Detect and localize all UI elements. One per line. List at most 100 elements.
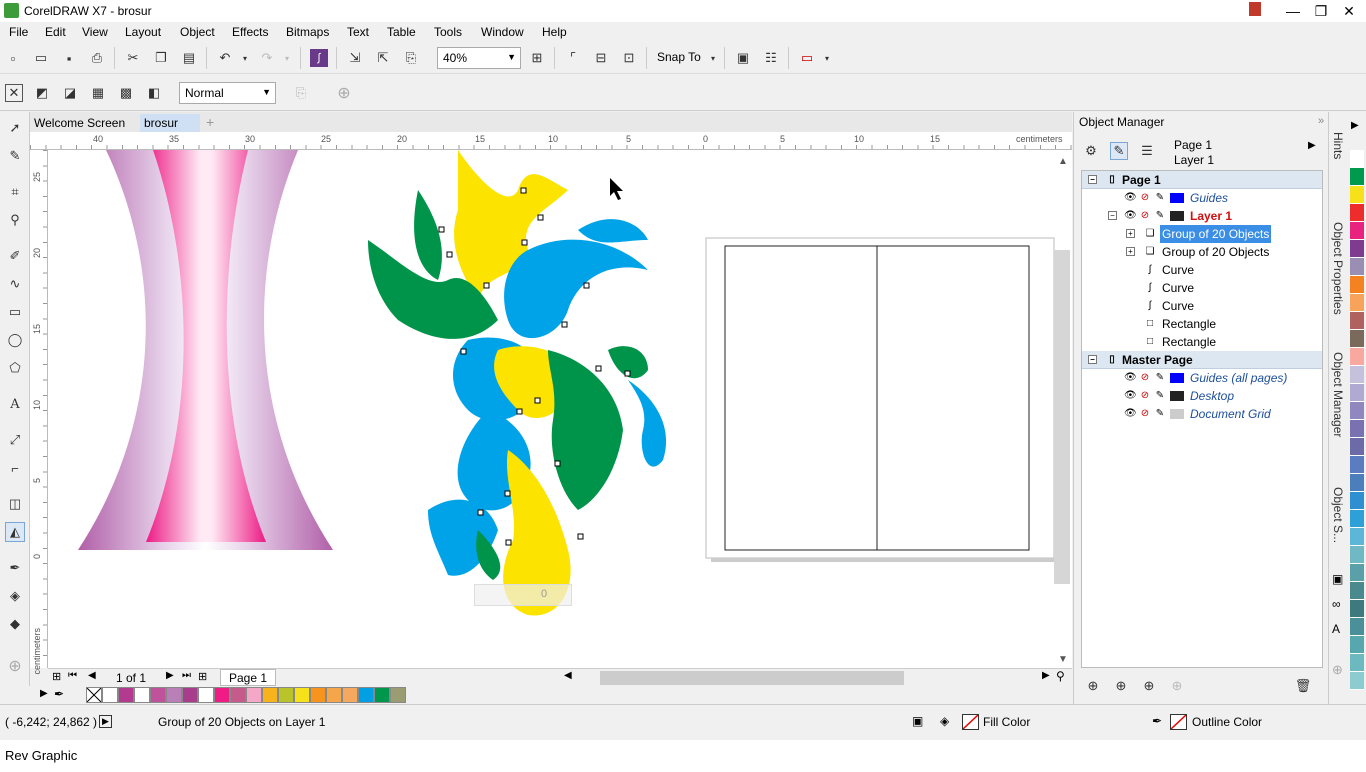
palette-swatch[interactable]	[1350, 204, 1364, 222]
palette-swatch[interactable]	[1350, 546, 1364, 564]
layer-color-swatch[interactable]	[1170, 391, 1184, 401]
object-tree-row[interactable]: − 👁 ⊘ ✎ Layer 1	[1082, 207, 1322, 225]
palette-swatch[interactable]	[1350, 168, 1364, 186]
palette-swatch[interactable]	[1350, 654, 1364, 672]
new-document-icon[interactable]: ▫	[4, 49, 22, 67]
menu-layout[interactable]: Layout	[125, 25, 161, 39]
scroll-up-arrow[interactable]: ▲	[1058, 156, 1068, 167]
docker-link-icon[interactable]: ∞	[1332, 597, 1341, 611]
object-tree-row[interactable]: ∫ Curve	[1082, 297, 1322, 315]
show-rulers-icon[interactable]: ⊟	[592, 49, 610, 67]
palette-swatch[interactable]	[1350, 402, 1364, 420]
transparency-tool-icon[interactable]: ◭	[5, 522, 25, 542]
palette-swatch[interactable]	[1350, 240, 1364, 258]
palette-swatch[interactable]	[182, 687, 198, 703]
zoom-tool-icon[interactable]: ⚲	[5, 210, 25, 230]
palette-swatch[interactable]	[1350, 366, 1364, 384]
navigator-zoom-icon[interactable]: ⚲	[1056, 669, 1065, 683]
object-properties-toggle-icon[interactable]: ⚙	[1082, 142, 1100, 160]
fill-color-swatch[interactable]	[962, 714, 979, 730]
outline-pen-icon[interactable]: ✒	[1152, 714, 1162, 728]
palette-swatch[interactable]	[1350, 600, 1364, 618]
zoom-fit-icon[interactable]: ⊞	[528, 49, 546, 67]
fountain-transparency-icon[interactable]: ◪	[61, 84, 79, 102]
palette-swatch[interactable]	[262, 687, 278, 703]
object-tree-row[interactable]: 👁 ⊘ ✎ Guides	[1082, 189, 1322, 207]
new-tab-button[interactable]: +	[202, 114, 218, 132]
object-tree-row[interactable]: 👁 ⊘ ✎ Guides (all pages)	[1082, 369, 1322, 387]
tab-hints[interactable]: Hints	[1331, 132, 1345, 159]
tab-object-properties[interactable]: Object Properties	[1331, 222, 1345, 315]
horizontal-ruler[interactable]: 40 35 30 25 20 15 10 5 0 5 10 15 centime…	[30, 132, 1072, 150]
rectangle-tool-icon[interactable]: ▭	[5, 302, 25, 322]
delete-icon[interactable]: 🗑	[1294, 677, 1312, 695]
visibility-eye-icon[interactable]: 👁	[1124, 372, 1137, 384]
palette-swatch[interactable]	[1350, 330, 1364, 348]
menu-bitmaps[interactable]: Bitmaps	[286, 25, 329, 39]
page-tab[interactable]: Page 1	[220, 669, 277, 686]
application-launcher-icon[interactable]: ▭	[798, 49, 816, 67]
menu-view[interactable]: View	[82, 25, 108, 39]
expand-icon[interactable]: +	[1126, 247, 1135, 256]
palette-swatch[interactable]	[1350, 222, 1364, 240]
object-tree-row[interactable]: + ❏ Group of 20 Objects	[1082, 243, 1322, 261]
palette-swatch[interactable]	[1350, 510, 1364, 528]
polygon-tool-icon[interactable]: ⬠	[5, 358, 25, 378]
object-tree-row[interactable]: 👁 ⊘ ✎ Document Grid	[1082, 405, 1322, 423]
close-button[interactable]: ✕	[1334, 0, 1364, 22]
tab-object-manager[interactable]: Object Manager	[1331, 352, 1345, 437]
edit-lock-icon[interactable]: ✎	[1154, 408, 1166, 420]
layer-manager-view-icon[interactable]: ✎	[1110, 142, 1128, 160]
visibility-eye-icon[interactable]: 👁	[1124, 192, 1137, 204]
pattern-transparency-icon[interactable]: ▦	[89, 84, 107, 102]
add-tool-icon[interactable]: ⊕	[5, 656, 25, 676]
palette-expand-icon[interactable]: ▶	[1351, 120, 1359, 131]
palette-swatch[interactable]	[1350, 672, 1364, 690]
object-tree-row[interactable]: ∫ Curve	[1082, 261, 1322, 279]
palette-swatch[interactable]	[342, 687, 358, 703]
publish-pdf-icon[interactable]: ⎘	[402, 49, 420, 67]
menu-window[interactable]: Window	[481, 25, 524, 39]
menu-table[interactable]: Table	[387, 25, 416, 39]
layer-color-swatch[interactable]	[1170, 373, 1184, 383]
visibility-eye-icon[interactable]: 👁	[1124, 390, 1137, 402]
print-icon[interactable]: ⎙	[88, 49, 106, 67]
palette-swatch[interactable]	[1350, 564, 1364, 582]
menu-effects[interactable]: Effects	[232, 25, 268, 39]
print-disabled-icon[interactable]: ⊘	[1139, 390, 1151, 402]
previous-page-icon[interactable]: ◀	[88, 670, 96, 681]
palette-swatch[interactable]	[326, 687, 342, 703]
collapse-icon[interactable]: −	[1088, 175, 1097, 184]
uniform-transparency-icon[interactable]: ◩	[33, 84, 51, 102]
palette-swatch[interactable]	[358, 687, 374, 703]
menu-tools[interactable]: Tools	[434, 25, 462, 39]
menu-help[interactable]: Help	[542, 25, 567, 39]
palette-swatch[interactable]	[1350, 258, 1364, 276]
launcher-dropdown-icon[interactable]: ▾	[818, 49, 836, 67]
palette-swatch[interactable]	[1350, 276, 1364, 294]
docker-menu-arrow-icon[interactable]: ▶	[1308, 140, 1316, 151]
palette-swatch[interactable]	[310, 687, 326, 703]
undo-dropdown-icon[interactable]: ▾	[236, 49, 254, 67]
restore-button[interactable]: ❐	[1306, 0, 1336, 22]
save-icon[interactable]: ▪	[60, 49, 78, 67]
open-folder-icon[interactable]: ▭	[32, 49, 50, 67]
menu-text[interactable]: Text	[347, 25, 369, 39]
docker-collapse-icon[interactable]: »	[1318, 115, 1324, 127]
options-icon[interactable]: ▣	[734, 49, 752, 67]
palette-swatch[interactable]	[1350, 294, 1364, 312]
add-docker-icon[interactable]: ⊕	[1332, 662, 1343, 678]
new-layer-icon[interactable]: ⊕	[1084, 677, 1102, 695]
object-tree-row[interactable]: □ Rectangle	[1082, 333, 1322, 351]
horizontal-scrollbar-thumb[interactable]	[600, 671, 904, 685]
splash-group[interactable]	[368, 150, 667, 616]
palette-swatch[interactable]	[230, 687, 246, 703]
palette-swatch[interactable]	[1350, 150, 1364, 168]
palette-swatch[interactable]	[1350, 618, 1364, 636]
palette-swatch[interactable]	[1350, 474, 1364, 492]
vertical-scrollbar-thumb[interactable]	[1054, 250, 1070, 584]
connector-tool-icon[interactable]: ⌐	[5, 458, 25, 478]
snap-to-button[interactable]: Snap To	[657, 50, 701, 64]
minimize-button[interactable]: —	[1278, 0, 1308, 22]
palette-swatch[interactable]	[246, 687, 262, 703]
